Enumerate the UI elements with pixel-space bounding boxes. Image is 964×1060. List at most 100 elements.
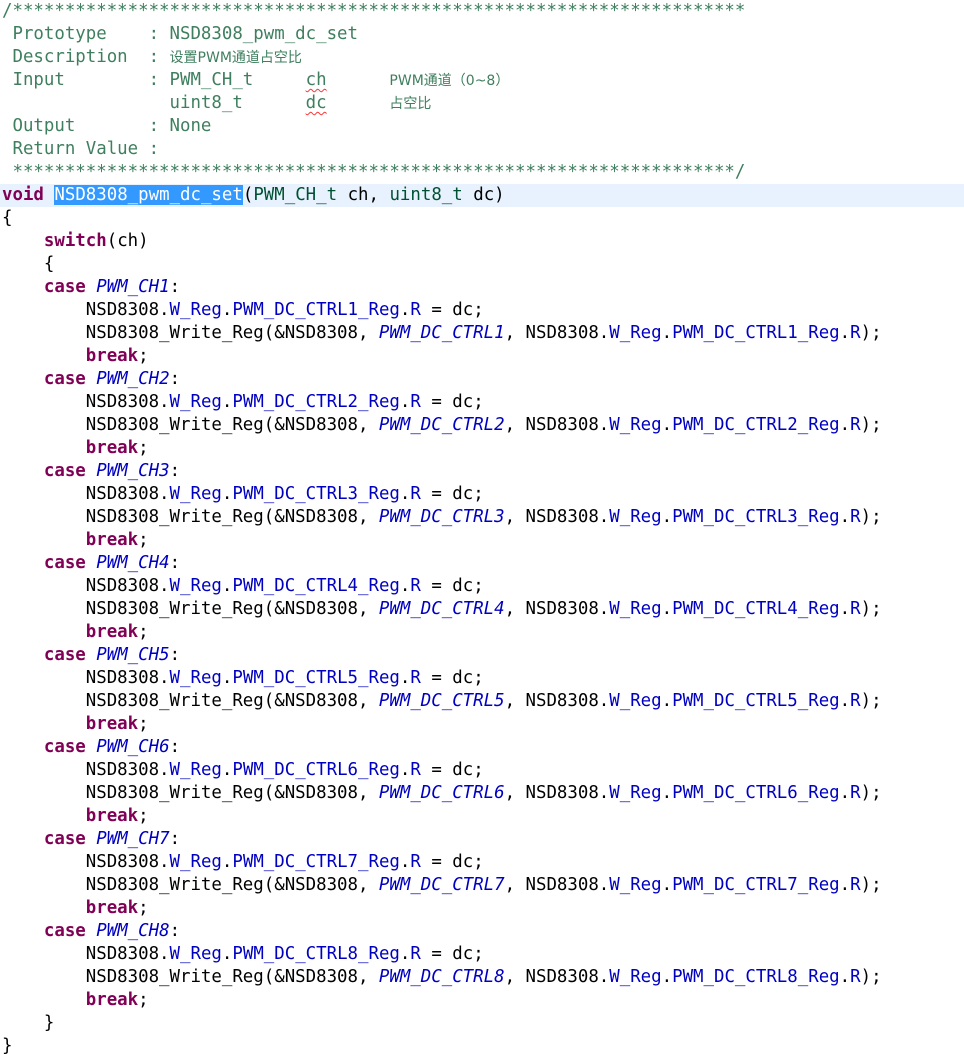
code-line[interactable]: break;	[0, 621, 964, 644]
code-token: NSD8308_Write_Reg(&NSD8308,	[2, 875, 379, 895]
comment-token: Prototype : NSD8308_pwm_dc_set	[2, 24, 358, 44]
enum-constant-token: PWM_DC_CTRL1	[378, 323, 505, 343]
code-line[interactable]: break;	[0, 989, 964, 1012]
enum-constant-token: PWM_DC_CTRL4	[378, 599, 505, 619]
code-line[interactable]: break;	[0, 437, 964, 460]
code-token: .	[399, 484, 411, 504]
code-line[interactable]: Prototype : NSD8308_pwm_dc_set	[0, 23, 964, 46]
field-token: PWM_DC_CTRL1_Reg	[672, 323, 840, 343]
field-token: R	[410, 668, 421, 688]
code-line[interactable]: case PWM_CH3:	[0, 460, 964, 483]
field-token: PWM_DC_CTRL3_Reg	[672, 507, 840, 527]
code-line[interactable]: }	[0, 1012, 964, 1035]
field-token: R	[410, 392, 421, 412]
code-token: .	[839, 783, 851, 803]
code-line[interactable]: NSD8308.W_Reg.PWM_DC_CTRL5_Reg.R = dc;	[0, 667, 964, 690]
code-line[interactable]: break;	[0, 897, 964, 920]
code-line[interactable]: switch(ch)	[0, 230, 964, 253]
code-line[interactable]: break;	[0, 529, 964, 552]
code-token: NSD8308_Write_Reg(&NSD8308,	[2, 415, 379, 435]
field-token: R	[850, 875, 861, 895]
field-token: R	[850, 323, 861, 343]
code-token: .	[839, 323, 851, 343]
code-line[interactable]: break;	[0, 805, 964, 828]
code-line[interactable]: Return Value :	[0, 138, 964, 161]
code-line[interactable]: NSD8308_Write_Reg(&NSD8308, PWM_DC_CTRL8…	[0, 966, 964, 989]
code-line[interactable]: Output : None	[0, 115, 964, 138]
code-token: ;	[138, 530, 149, 550]
code-token: .	[399, 944, 411, 964]
code-token: .	[661, 507, 673, 527]
field-token: PWM_DC_CTRL6_Reg	[672, 783, 840, 803]
code-token: .	[221, 944, 233, 964]
keyword-token: break	[85, 898, 139, 918]
code-line[interactable]: NSD8308_Write_Reg(&NSD8308, PWM_DC_CTRL6…	[0, 782, 964, 805]
comment-token: Input : PWM_CH_t	[2, 70, 306, 90]
selected-function-name: NSD8308_pwm_dc_set	[54, 185, 243, 205]
code-line[interactable]: uint8_t dc 占空比	[0, 92, 964, 115]
code-line[interactable]: {	[0, 207, 964, 230]
code-token: :	[169, 461, 181, 481]
field-token: PWM_DC_CTRL5_Reg	[672, 691, 840, 711]
code-line[interactable]: Input : PWM_CH_t ch PWM通道（0~8）	[0, 69, 964, 92]
code-line[interactable]: NSD8308_Write_Reg(&NSD8308, PWM_DC_CTRL2…	[0, 414, 964, 437]
enum-constant-token: PWM_CH8	[96, 921, 170, 941]
comment-token: ****************************************…	[2, 162, 746, 182]
code-line[interactable]: case PWM_CH7:	[0, 828, 964, 851]
code-token: .	[839, 875, 851, 895]
code-token: );	[860, 691, 882, 711]
enum-constant-token: PWM_CH7	[96, 829, 170, 849]
keyword-token: break	[85, 990, 139, 1010]
code-line[interactable]: case PWM_CH6:	[0, 736, 964, 759]
code-line[interactable]: case PWM_CH8:	[0, 920, 964, 943]
code-line[interactable]: NSD8308.W_Reg.PWM_DC_CTRL1_Reg.R = dc;	[0, 299, 964, 322]
code-token: , NSD8308.	[504, 783, 610, 803]
code-line[interactable]: case PWM_CH4:	[0, 552, 964, 575]
code-line[interactable]: /***************************************…	[0, 0, 964, 23]
code-line-current[interactable]: void NSD8308_pwm_dc_set(PWM_CH_t ch, uin…	[0, 184, 964, 207]
code-editor[interactable]: /***************************************…	[0, 0, 964, 1060]
code-line[interactable]: case PWM_CH5:	[0, 644, 964, 667]
keyword-token: case	[43, 553, 86, 573]
code-line[interactable]: {	[0, 253, 964, 276]
code-line[interactable]: NSD8308.W_Reg.PWM_DC_CTRL6_Reg.R = dc;	[0, 759, 964, 782]
code-line[interactable]: NSD8308.W_Reg.PWM_DC_CTRL3_Reg.R = dc;	[0, 483, 964, 506]
code-line[interactable]: NSD8308_Write_Reg(&NSD8308, PWM_DC_CTRL1…	[0, 322, 964, 345]
enum-constant-token: PWM_DC_CTRL7	[378, 875, 505, 895]
code-line[interactable]: NSD8308_Write_Reg(&NSD8308, PWM_DC_CTRL4…	[0, 598, 964, 621]
field-token: R	[410, 760, 421, 780]
code-line[interactable]: NSD8308.W_Reg.PWM_DC_CTRL2_Reg.R = dc;	[0, 391, 964, 414]
type-token: PWM_CH_t	[253, 185, 338, 205]
field-token: PWM_DC_CTRL8_Reg	[232, 944, 400, 964]
code-line[interactable]: case PWM_CH2:	[0, 368, 964, 391]
code-line[interactable]: NSD8308.W_Reg.PWM_DC_CTRL7_Reg.R = dc;	[0, 851, 964, 874]
field-token: W_Reg	[609, 415, 662, 435]
field-token: W_Reg	[609, 875, 662, 895]
code-line[interactable]: NSD8308_Write_Reg(&NSD8308, PWM_DC_CTRL3…	[0, 506, 964, 529]
code-token: .	[661, 967, 673, 987]
code-token: .	[839, 507, 851, 527]
code-token: );	[860, 599, 882, 619]
code-line[interactable]: ****************************************…	[0, 161, 964, 184]
code-line[interactable]: NSD8308_Write_Reg(&NSD8308, PWM_DC_CTRL5…	[0, 690, 964, 713]
code-line[interactable]: NSD8308_Write_Reg(&NSD8308, PWM_DC_CTRL7…	[0, 874, 964, 897]
code-line[interactable]: }	[0, 1035, 964, 1058]
comment-token: PWM通道（0~8）	[389, 73, 510, 89]
code-token: NSD8308.	[2, 944, 170, 964]
code-line[interactable]: NSD8308.W_Reg.PWM_DC_CTRL8_Reg.R = dc;	[0, 943, 964, 966]
code-line[interactable]: Description : 设置PWM通道占空比	[0, 46, 964, 69]
enum-constant-token: PWM_DC_CTRL8	[378, 967, 505, 987]
code-line[interactable]: case PWM_CH1:	[0, 276, 964, 299]
code-token: dc)	[462, 185, 505, 205]
comment-token: uint8_t	[2, 93, 306, 113]
code-line[interactable]: break;	[0, 713, 964, 736]
code-line[interactable]: NSD8308.W_Reg.PWM_DC_CTRL4_Reg.R = dc;	[0, 575, 964, 598]
field-token: W_Reg	[169, 760, 222, 780]
field-token: W_Reg	[169, 944, 222, 964]
code-token: .	[399, 392, 411, 412]
code-token: ;	[138, 990, 149, 1010]
code-line[interactable]: break;	[0, 345, 964, 368]
